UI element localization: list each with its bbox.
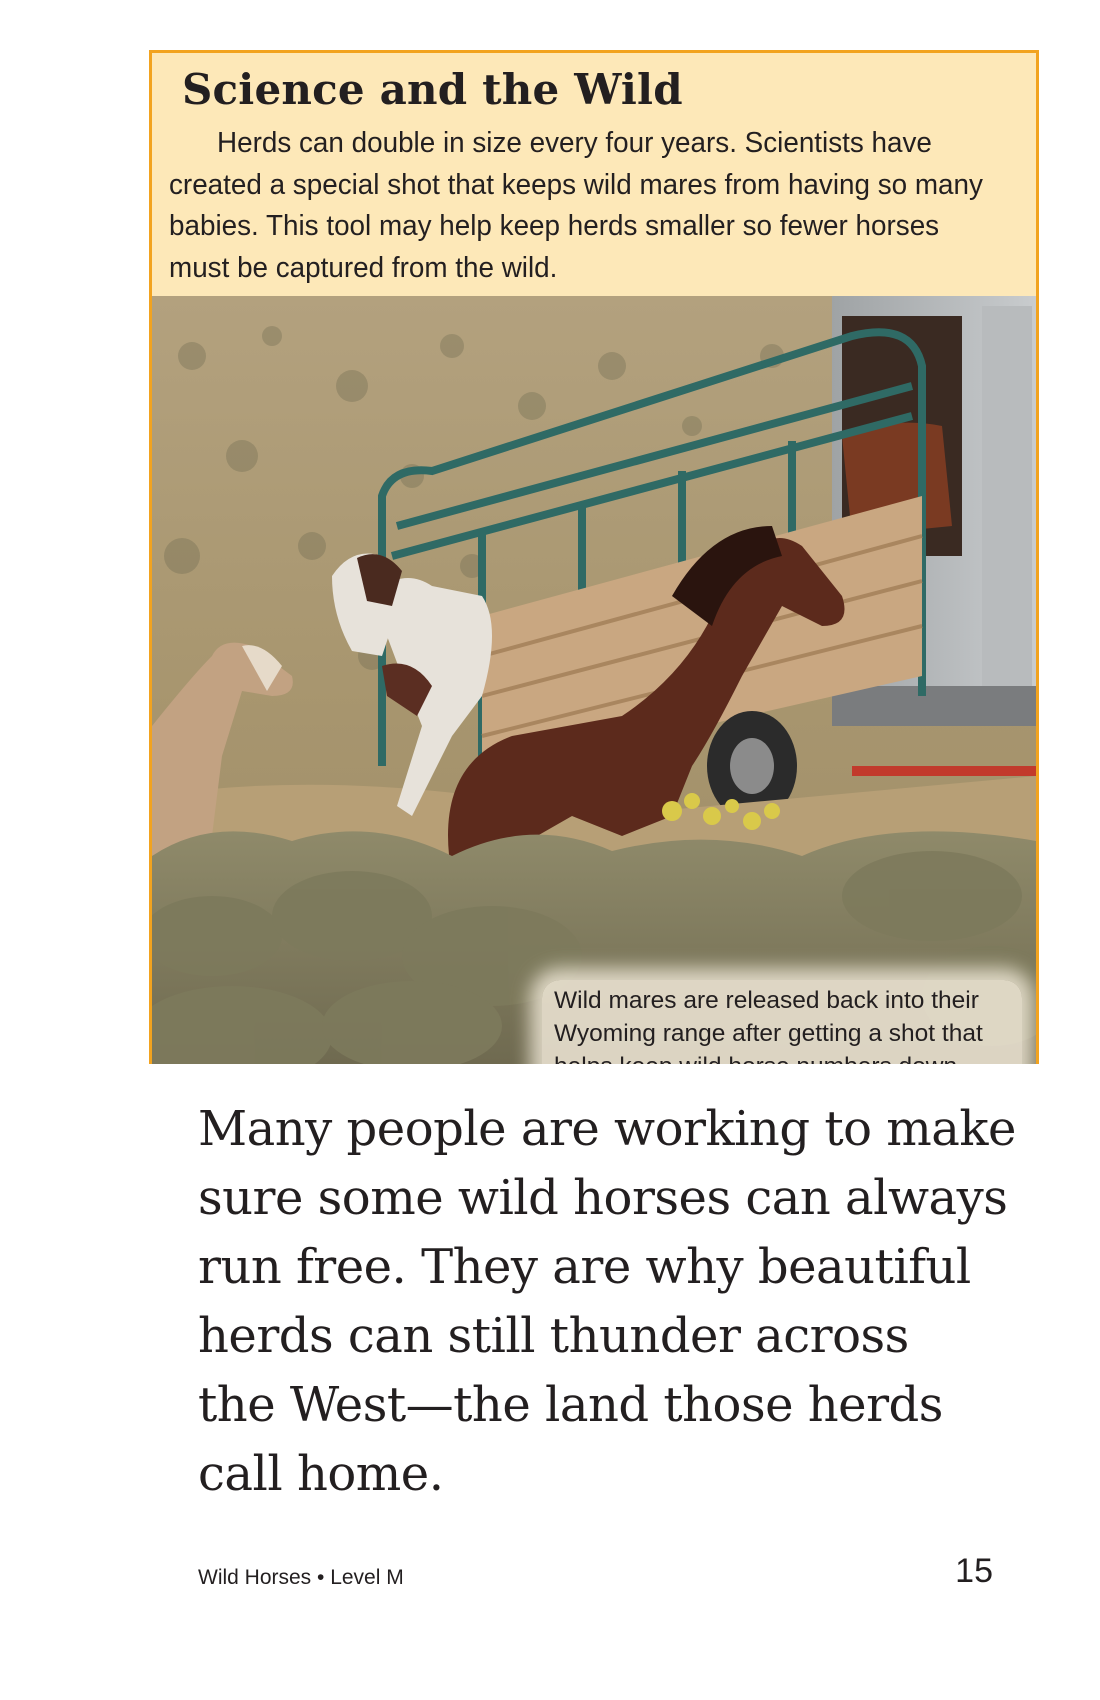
sidebar-text: Herds can double in size every four year…: [169, 127, 983, 284]
body-line: call home.: [198, 1446, 444, 1502]
photo-caption: Wild mares are released back into their …: [542, 980, 1022, 1064]
footer-book-title: Wild Horses • Level M: [198, 1566, 404, 1589]
body-line: run free. They are why beautiful: [198, 1239, 971, 1295]
horses-photo: Wild mares are released back into their …: [152, 296, 1036, 1064]
body-line: herds can still thunder across: [198, 1308, 909, 1364]
body-line: Many people are working to make: [198, 1101, 1016, 1157]
body-paragraph: Many people are working to make sure som…: [198, 1095, 1016, 1509]
body-line: sure some wild horses can always: [198, 1170, 1008, 1226]
sidebar-title: Science and the Wild: [182, 65, 683, 114]
body-line: the West—the land those herds: [198, 1377, 943, 1433]
page-number: 15: [955, 1552, 993, 1590]
sidebar-box: Science and the Wild Herds can double in…: [149, 50, 1039, 1064]
